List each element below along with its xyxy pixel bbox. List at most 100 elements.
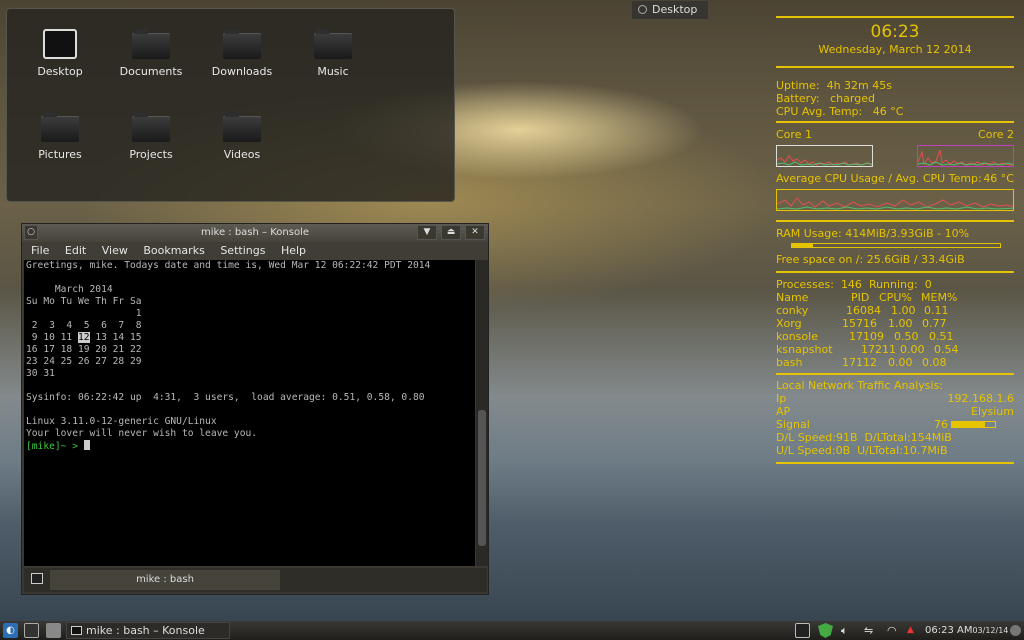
- core2-graph: [917, 145, 1014, 167]
- calendar-header: Su Mo Tu We Th Fr Sa: [26, 296, 142, 307]
- menu-help[interactable]: Help: [281, 244, 306, 257]
- pager-label: Desktop: [652, 3, 698, 16]
- desktop-pager[interactable]: Desktop: [632, 1, 708, 19]
- folder-icon: [223, 112, 261, 142]
- activity-icon[interactable]: [24, 623, 39, 638]
- menu-view[interactable]: View: [102, 244, 128, 257]
- signal-bar-fill: [952, 422, 985, 427]
- ram-value: 414MiB/3.93GiB - 10%: [845, 227, 970, 240]
- videos-folder[interactable]: Videos: [197, 112, 287, 161]
- desktop-folder[interactable]: Desktop: [15, 29, 105, 78]
- conky-date: Wednesday, March 12 2014: [818, 43, 972, 56]
- calendar-today: 12: [77, 332, 90, 343]
- maximize-icon[interactable]: ⏏: [441, 225, 461, 240]
- ap-row: AP Elysium: [776, 405, 1014, 418]
- folder-icon: [132, 112, 170, 142]
- security-shield-icon[interactable]: [818, 623, 833, 638]
- cpu-temp-row: CPU Avg. Temp: 46 °C: [776, 105, 904, 118]
- new-tab-icon[interactable]: [31, 573, 43, 584]
- upload-row: U/L Speed:0B U/LTotal:10.7MiB: [776, 444, 948, 457]
- folder-label: Documents: [119, 65, 183, 78]
- wifi-icon[interactable]: ◠: [887, 621, 897, 640]
- processes-row: Processes: 146 Running: 0: [776, 278, 932, 291]
- process-row: bash 17112 0.00 0.08: [776, 356, 947, 369]
- tab-mike-bash[interactable]: mike : bash: [50, 570, 280, 590]
- core1-label: Core 1: [776, 128, 812, 141]
- process-row: conky 16084 1.00 0.11: [776, 304, 949, 317]
- folder-icon: [41, 112, 79, 142]
- folder-icon: [314, 29, 352, 59]
- uptime-value: 4h 32m 45s: [826, 79, 892, 92]
- terminal-output[interactable]: Greetings, mike. Todays date and time is…: [24, 260, 475, 566]
- projects-folder[interactable]: Projects: [106, 112, 196, 161]
- term-line: Your lover will never wish to leave you.: [26, 428, 258, 439]
- panel-menu-icon[interactable]: [1010, 625, 1021, 636]
- shell-prompt: [mike]~ >: [26, 441, 84, 452]
- conky-time: 06:23: [870, 22, 920, 42]
- tab-label: mike : bash: [136, 574, 194, 585]
- divider: [776, 121, 1014, 123]
- term-line: Linux 3.11.0-12-generic GNU/Linux: [26, 416, 217, 427]
- folder-label: Music: [317, 65, 349, 78]
- task-konsole[interactable]: mike : bash – Konsole: [66, 622, 230, 639]
- pictures-folder[interactable]: Pictures: [15, 112, 105, 161]
- divider: [776, 220, 1014, 222]
- menu-bookmarks[interactable]: Bookmarks: [143, 244, 204, 257]
- calendar-week: 16 17 18 19 20 21 22: [26, 344, 142, 355]
- folder-icon: [132, 29, 170, 59]
- menu-file[interactable]: File: [31, 244, 49, 257]
- ram-row: RAM Usage: 414MiB/3.93GiB - 10%: [776, 227, 970, 240]
- show-desktop-icon[interactable]: [46, 623, 61, 638]
- signal-value: 76: [934, 418, 948, 431]
- konsole-window[interactable]: ○ mike : bash – Konsole ▼ ⏏ ✕ File Edit …: [21, 223, 489, 595]
- folder-label: Projects: [129, 148, 173, 161]
- menu-bar: File Edit View Bookmarks Settings Help: [22, 242, 488, 260]
- tray-expand-icon[interactable]: ▲: [907, 621, 914, 640]
- ram-bar-fill: [792, 244, 813, 247]
- disk-value: 25.6GiB / 33.4GiB: [866, 253, 965, 266]
- volume-icon[interactable]: 🔈︎: [841, 621, 848, 640]
- avg-cpu-graph: [776, 189, 1014, 211]
- network-icon[interactable]: ⇋: [864, 621, 873, 640]
- close-icon[interactable]: ✕: [465, 225, 485, 240]
- kde-launcher-icon[interactable]: ◐: [3, 623, 18, 638]
- terminal-scrollbar[interactable]: [476, 260, 488, 566]
- ip-value: 192.168.1.6: [947, 392, 1014, 405]
- core2-label: Core 2: [978, 128, 1014, 141]
- terminal-icon: [71, 626, 82, 635]
- avg-cpu-sparkline: [777, 197, 1013, 210]
- processes-count: 146: [840, 278, 862, 291]
- minimize-icon[interactable]: ▼: [417, 225, 437, 240]
- avg-cpu-row: Average CPU Usage / Avg. CPU Temp: 46 °C: [776, 172, 1014, 185]
- disk-row: Free space on /: 25.6GiB / 33.4GiB: [776, 253, 965, 266]
- desktop-icon: [41, 29, 79, 59]
- download-row: D/L Speed:91B D/LTotal:154MiB: [776, 431, 952, 444]
- dl-speed: 91B: [836, 431, 858, 444]
- clock-time: 06:23 AM: [925, 625, 973, 636]
- ip-row: Ip 192.168.1.6: [776, 392, 1014, 405]
- calendar-week: 9 10 11 12 13 14 15: [26, 332, 142, 343]
- divider: [776, 373, 1014, 375]
- music-folder[interactable]: Music: [288, 29, 378, 78]
- folder-label: Videos: [223, 148, 261, 161]
- task-label: mike : bash – Konsole: [86, 624, 205, 637]
- downloads-folder[interactable]: Downloads: [197, 29, 287, 78]
- documents-folder[interactable]: Documents: [106, 29, 196, 78]
- menu-edit[interactable]: Edit: [65, 244, 86, 257]
- ap-value: Elysium: [971, 405, 1014, 418]
- clock[interactable]: 06:23 AM03/12/14: [925, 621, 1008, 640]
- clipboard-icon[interactable]: [795, 623, 810, 638]
- calendar-title: March 2014: [26, 284, 113, 295]
- calendar-week: 2 3 4 5 6 7 8: [26, 320, 142, 331]
- divider: [776, 16, 1014, 18]
- window-titlebar[interactable]: ○ mike : bash – Konsole ▼ ⏏ ✕: [22, 224, 488, 242]
- cores-row: Core 1 Core 2: [776, 128, 1014, 141]
- clock-date: 03/12/14: [972, 626, 1009, 635]
- scrollbar-thumb[interactable]: [478, 410, 486, 546]
- process-header: Name PID CPU% MEM%: [776, 291, 958, 304]
- network-title: Local Network Traffic Analysis:: [776, 379, 944, 392]
- process-row: konsole 17109 0.50 0.51: [776, 330, 954, 343]
- menu-settings[interactable]: Settings: [220, 244, 265, 257]
- ram-bar: [791, 243, 1001, 248]
- calendar-week: 23 24 25 26 27 28 29: [26, 356, 142, 367]
